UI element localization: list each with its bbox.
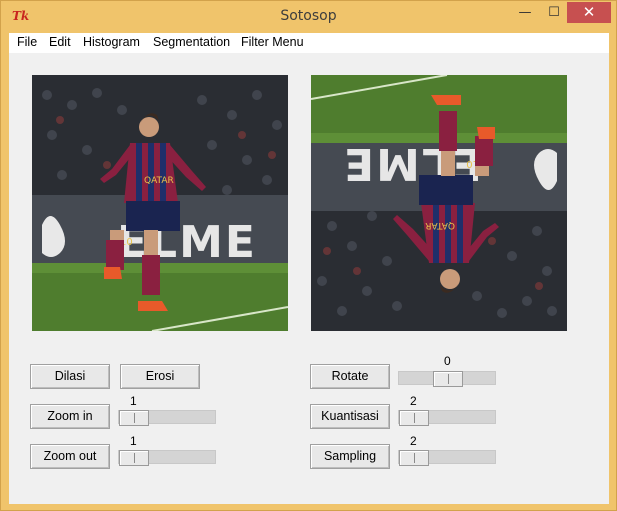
rotate-slider[interactable] — [398, 371, 496, 387]
rotated-photo-svg: ELME QATAR 10 — [311, 75, 567, 331]
client-area: ELME QATAR 10 ELME QATAR 10 Dilasi Erosi… — [9, 53, 609, 504]
zoom-in-slider[interactable] — [118, 410, 216, 426]
minimize-button[interactable]: — — [512, 3, 538, 23]
menu-segmentation[interactable]: Segmentation — [153, 35, 230, 49]
zoom-in-slider-thumb[interactable] — [119, 410, 149, 426]
svg-text:QATAR: QATAR — [425, 220, 455, 230]
original-photo-svg: ELME QATAR 10 — [32, 75, 288, 331]
menu-filter[interactable]: Filter Menu — [241, 35, 304, 49]
menu-edit[interactable]: Edit — [49, 35, 71, 49]
dilasi-button[interactable]: Dilasi — [30, 364, 110, 389]
maximize-button[interactable]: ☐ — [541, 3, 567, 23]
zoom-out-value: 1 — [130, 434, 137, 448]
original-image: ELME QATAR 10 — [32, 75, 288, 331]
erosi-button[interactable]: Erosi — [120, 364, 200, 389]
kuantisasi-slider[interactable] — [398, 410, 496, 426]
zoom-out-slider[interactable] — [118, 450, 216, 466]
sampling-button[interactable]: Sampling — [310, 444, 390, 469]
zoom-out-slider-thumb[interactable] — [119, 450, 149, 466]
sampling-slider[interactable] — [398, 450, 496, 466]
menu-histogram[interactable]: Histogram — [83, 35, 140, 49]
app-window: Tk Sotosop — ☐ ✕ File Edit Histogram Seg… — [0, 0, 617, 511]
sampling-value: 2 — [410, 434, 417, 448]
rotate-value: 0 — [444, 354, 451, 368]
kuantisasi-value: 2 — [410, 394, 417, 408]
rotate-button[interactable]: Rotate — [310, 364, 390, 389]
rotate-slider-thumb[interactable] — [433, 371, 463, 387]
menu-file[interactable]: File — [17, 35, 37, 49]
sampling-slider-thumb[interactable] — [399, 450, 429, 466]
kuantisasi-button[interactable]: Kuantisasi — [310, 404, 390, 429]
menu-bar: File Edit Histogram Segmentation Filter … — [9, 33, 609, 53]
zoom-in-button[interactable]: Zoom in — [30, 404, 110, 429]
title-bar[interactable]: Tk Sotosop — ☐ ✕ — [1, 1, 616, 32]
svg-text:QATAR: QATAR — [144, 176, 174, 186]
zoom-in-value: 1 — [130, 394, 137, 408]
close-button[interactable]: ✕ — [567, 2, 611, 23]
rotated-image: ELME QATAR 10 — [311, 75, 567, 331]
kuantisasi-slider-thumb[interactable] — [399, 410, 429, 426]
zoom-out-button[interactable]: Zoom out — [30, 444, 110, 469]
